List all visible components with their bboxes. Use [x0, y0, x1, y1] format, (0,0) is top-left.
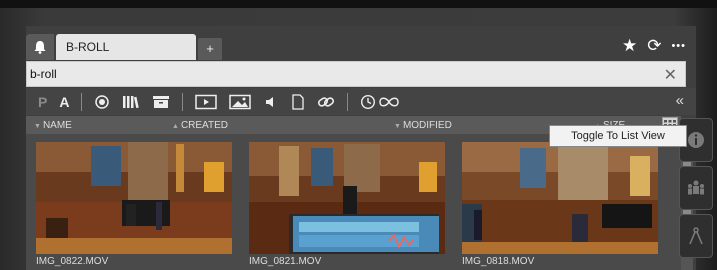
file-name: IMG_0821.MOV — [249, 256, 322, 267]
list-item[interactable]: IMG_0818.MOV — [462, 142, 658, 267]
audio-filter-icon[interactable] — [263, 92, 279, 112]
window-top-edge — [0, 0, 717, 8]
media-browser-panel: B-ROLL + ★ ⟳ ••• ✕ P A — [26, 26, 696, 270]
list-item[interactable]: IMG_0822.MOV — [36, 142, 232, 267]
compass-icon[interactable] — [679, 214, 713, 258]
sort-down-icon: ▼ — [34, 123, 41, 130]
list-item[interactable]: IMG_0821.MOV — [249, 142, 445, 267]
column-name[interactable]: ▼ NAME — [34, 120, 72, 131]
clear-search-icon[interactable]: ✕ — [664, 65, 677, 85]
record-filter-icon[interactable] — [94, 92, 110, 112]
top-actions: ★ ⟳ ••• — [622, 36, 686, 56]
people-icon[interactable] — [679, 166, 713, 210]
video-thumbnail — [36, 142, 232, 254]
toolbar-divider — [182, 92, 184, 111]
link-filter-icon[interactable] — [317, 92, 335, 112]
search-input[interactable] — [27, 62, 647, 86]
tooltip: Toggle To List View — [549, 125, 687, 147]
filter-toolbar: P A « — [26, 88, 696, 115]
thumbnail-grid: IMG_0822.MOV IMG_0821.MOV IMG_0818.MOV — [26, 134, 681, 270]
tab-label: B-ROLL — [66, 40, 110, 54]
infinity-icon[interactable] — [378, 92, 400, 112]
app-menu-button[interactable] — [26, 34, 54, 60]
file-name: IMG_0818.MOV — [462, 256, 535, 267]
search-bar: ✕ — [26, 61, 686, 87]
video-thumbnail — [462, 142, 658, 254]
video-thumbnail — [249, 142, 445, 254]
document-filter-icon[interactable] — [291, 92, 305, 112]
bell-icon — [34, 41, 46, 54]
file-name: IMG_0822.MOV — [36, 256, 109, 267]
collapse-panel-icon[interactable]: « — [676, 92, 684, 109]
tab-bar: B-ROLL + ★ ⟳ ••• — [26, 34, 696, 60]
favorite-star-icon[interactable]: ★ — [622, 36, 637, 56]
image-filter-icon[interactable] — [229, 92, 252, 112]
more-options-icon[interactable]: ••• — [671, 36, 686, 56]
sort-up-icon: ▲ — [172, 123, 179, 130]
library-icon[interactable] — [122, 92, 140, 112]
filter-text-button[interactable]: A — [59, 92, 69, 112]
refresh-icon[interactable]: ⟳ — [647, 36, 661, 56]
clock-icon[interactable] — [360, 92, 376, 112]
video-filter-icon[interactable] — [195, 92, 218, 112]
column-modified[interactable]: ▼ MODIFIED — [394, 120, 452, 131]
column-created[interactable]: ▲ CREATED — [172, 120, 228, 131]
archive-icon[interactable] — [152, 92, 170, 112]
sort-down-icon: ▼ — [394, 123, 401, 130]
filter-p-button[interactable]: P — [38, 92, 47, 112]
toolbar-divider — [347, 92, 349, 111]
toolbar-divider — [81, 92, 83, 111]
tab-b-roll[interactable]: B-ROLL — [56, 34, 196, 60]
add-tab-button[interactable]: + — [198, 38, 222, 60]
